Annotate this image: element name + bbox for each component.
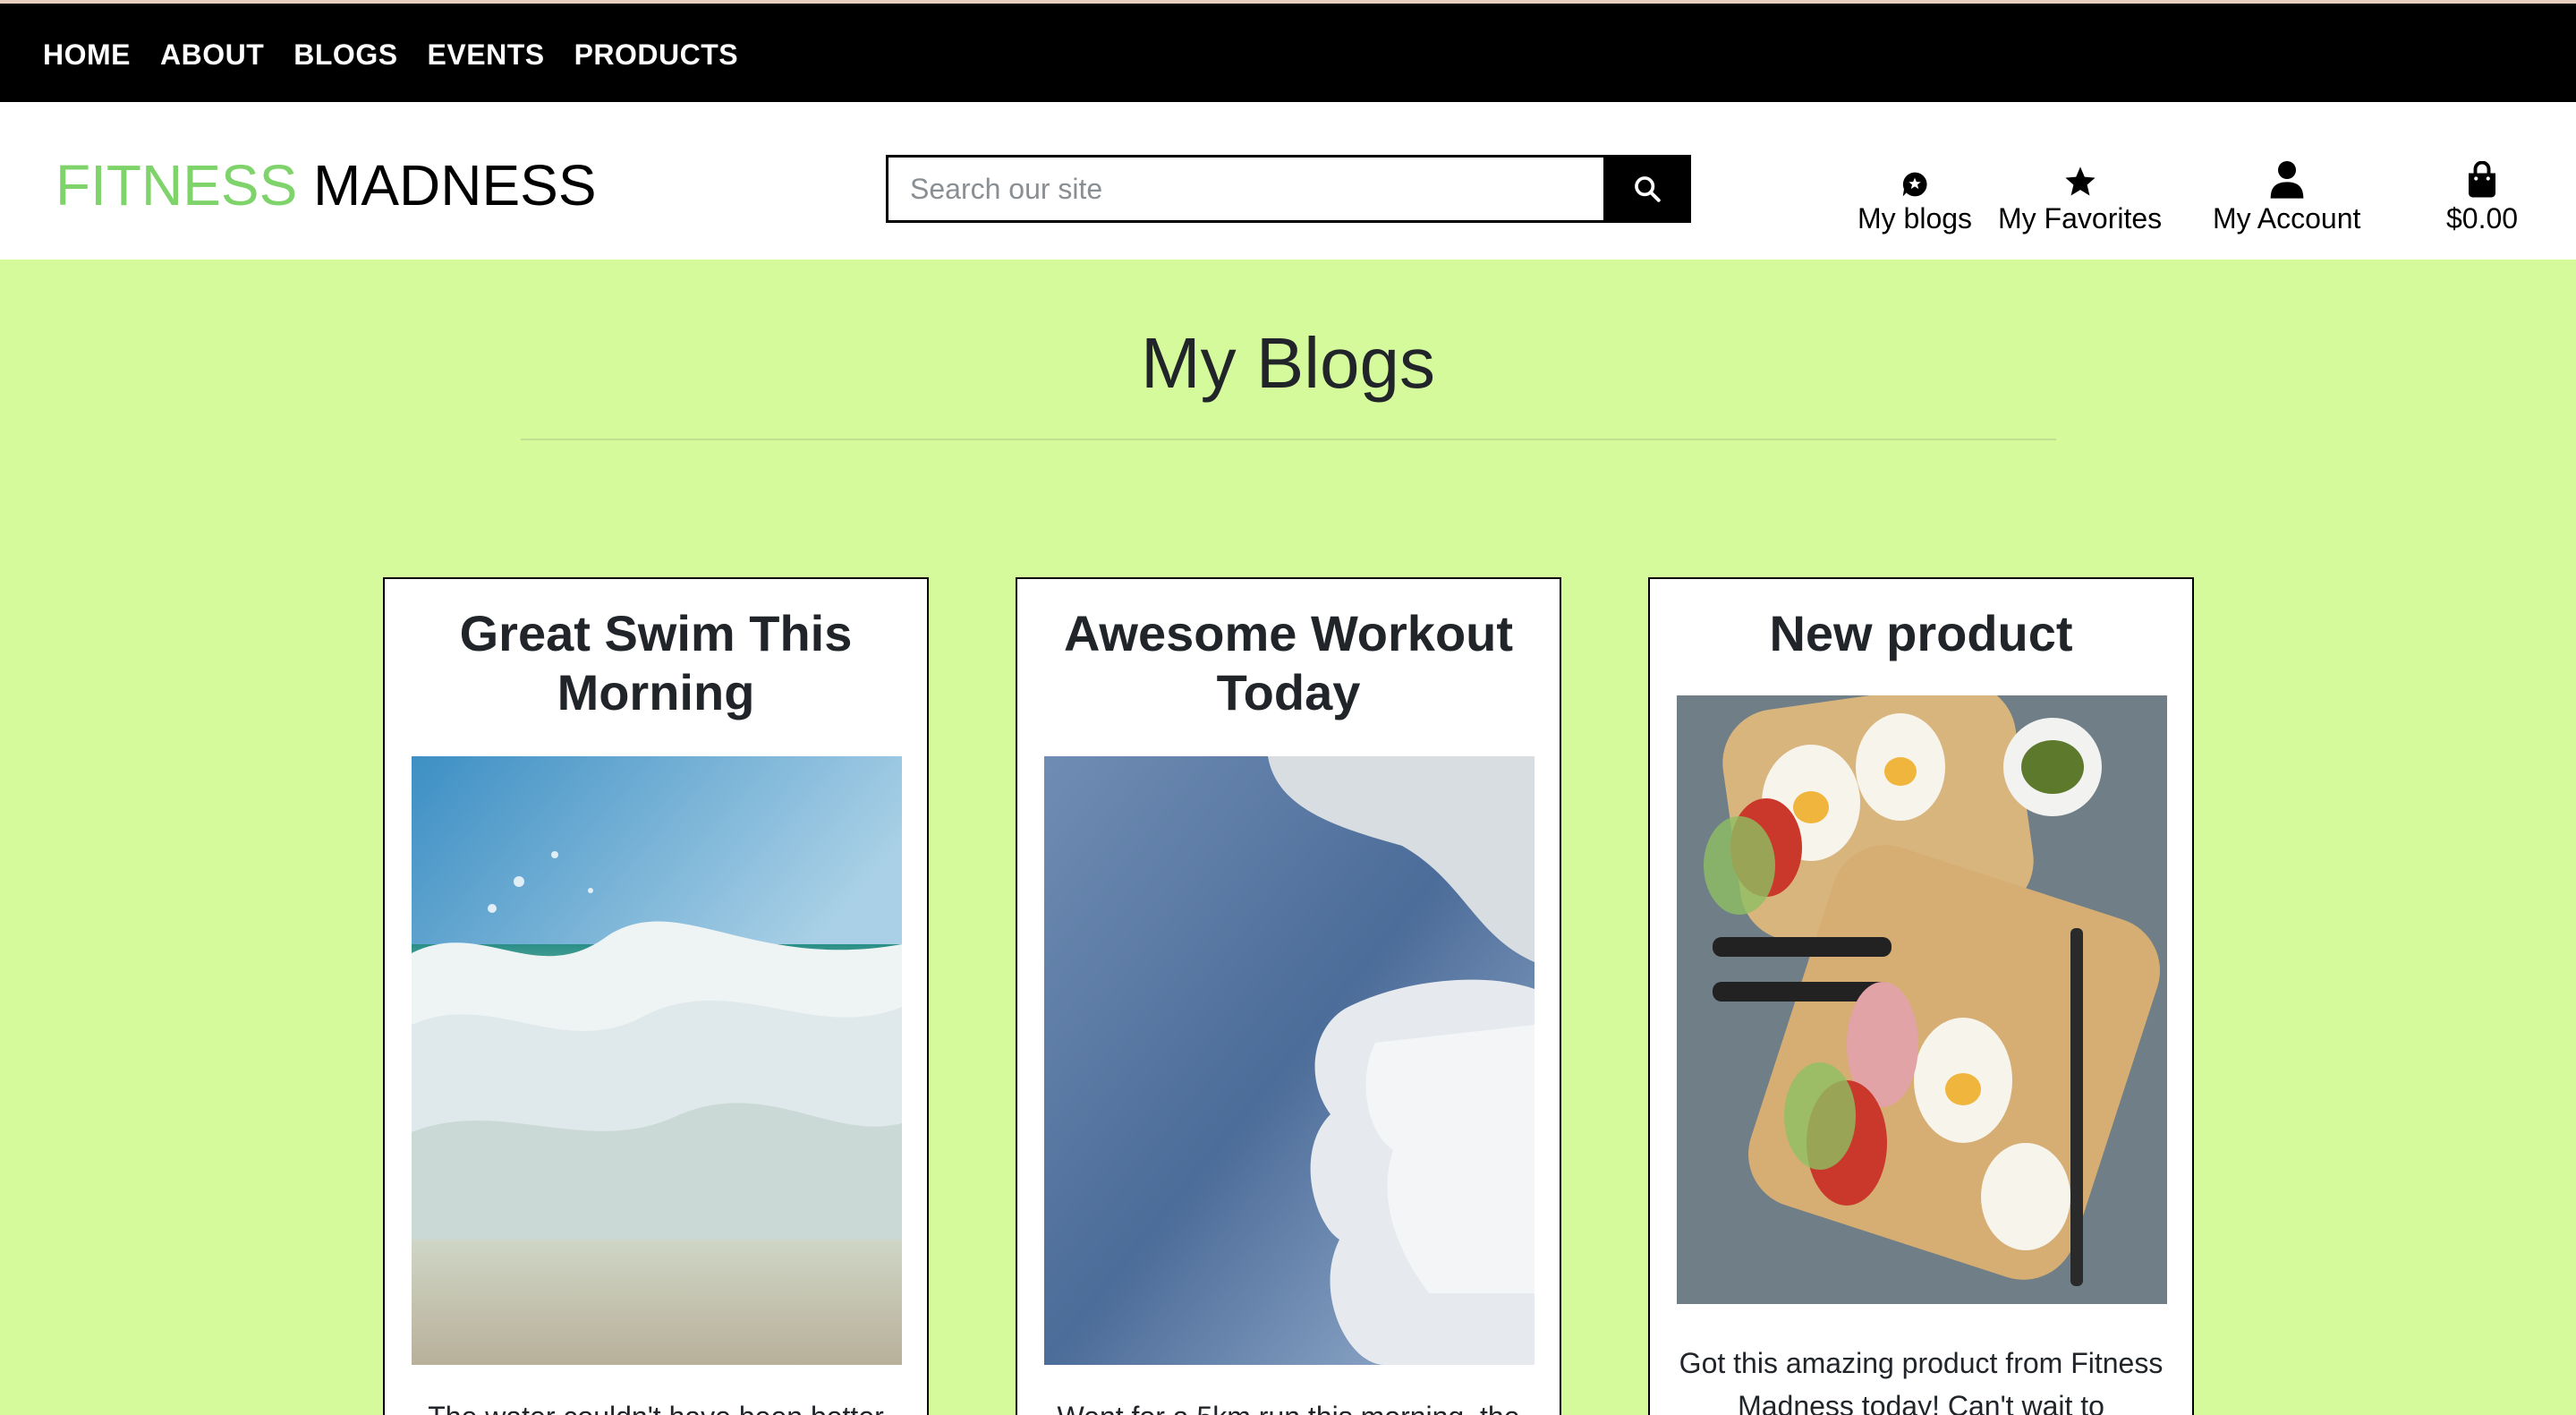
page-title: My Blogs (1141, 323, 1435, 403)
top-navigation-bar: HOME ABOUT BLOGS EVENTS PRODUCTS (0, 0, 2576, 102)
my-favorites-label: My Favorites (1998, 202, 2163, 234)
shopping-bag-icon (2466, 158, 2498, 199)
my-favorites-link[interactable]: My Favorites (1998, 158, 2162, 235)
logo-fitness: FITNESS (55, 153, 298, 217)
my-blogs-label: My blogs (1858, 202, 1973, 234)
blog-card-excerpt: Got this amazing product from Fitness Ma… (1679, 1347, 2164, 1415)
blog-card-image (1677, 695, 2167, 1304)
blog-card[interactable]: Awesome Workout Today Went for a 5km run… (1016, 577, 1561, 1415)
blog-card-title: Awesome Workout Today (1063, 605, 1514, 720)
nav-about-link[interactable]: ABOUT (160, 38, 264, 72)
cart-link[interactable]: $0.00 (2446, 158, 2518, 235)
my-blogs-link[interactable]: My blogs (1858, 158, 1972, 235)
my-account-label: My Account (2213, 202, 2361, 234)
logo-madness: MADNESS (313, 153, 597, 217)
blog-badge-icon (1900, 158, 1929, 199)
title-divider (521, 439, 2056, 440)
blog-card[interactable]: Great Swim This Morning The water couldn… (383, 577, 929, 1415)
blog-card-excerpt: The water couldn't have been better (403, 1395, 909, 1415)
blog-card-image (412, 756, 902, 1365)
blog-card-excerpt: Went for a 5km run this morning, the (1035, 1395, 1542, 1415)
search-input[interactable] (886, 155, 1603, 223)
star-icon (2063, 158, 2097, 199)
nav-products-link[interactable]: PRODUCTS (574, 38, 739, 72)
site-header: FITNESS MADNESS My blogs My Favorites (0, 102, 2576, 260)
blog-card[interactable]: New product Got this amazing product fro… (1648, 577, 2194, 1415)
blog-card-title: Great Swim This Morning (459, 605, 853, 720)
blog-card-image (1044, 756, 1535, 1365)
site-logo[interactable]: FITNESS MADNESS (55, 152, 597, 218)
nav-events-link[interactable]: EVENTS (428, 38, 545, 72)
search-icon (1635, 176, 1661, 202)
nav-home-link[interactable]: HOME (43, 38, 131, 72)
nav-blogs-link[interactable]: BLOGS (293, 38, 397, 72)
search-form (886, 155, 1691, 223)
search-button[interactable] (1603, 155, 1691, 223)
cart-total: $0.00 (2446, 202, 2519, 234)
main-nav: HOME ABOUT BLOGS EVENTS PRODUCTS (43, 4, 738, 106)
my-account-link[interactable]: My Account (2213, 158, 2360, 235)
blog-card-title: New product (1769, 605, 2073, 661)
user-icon (2269, 158, 2305, 199)
